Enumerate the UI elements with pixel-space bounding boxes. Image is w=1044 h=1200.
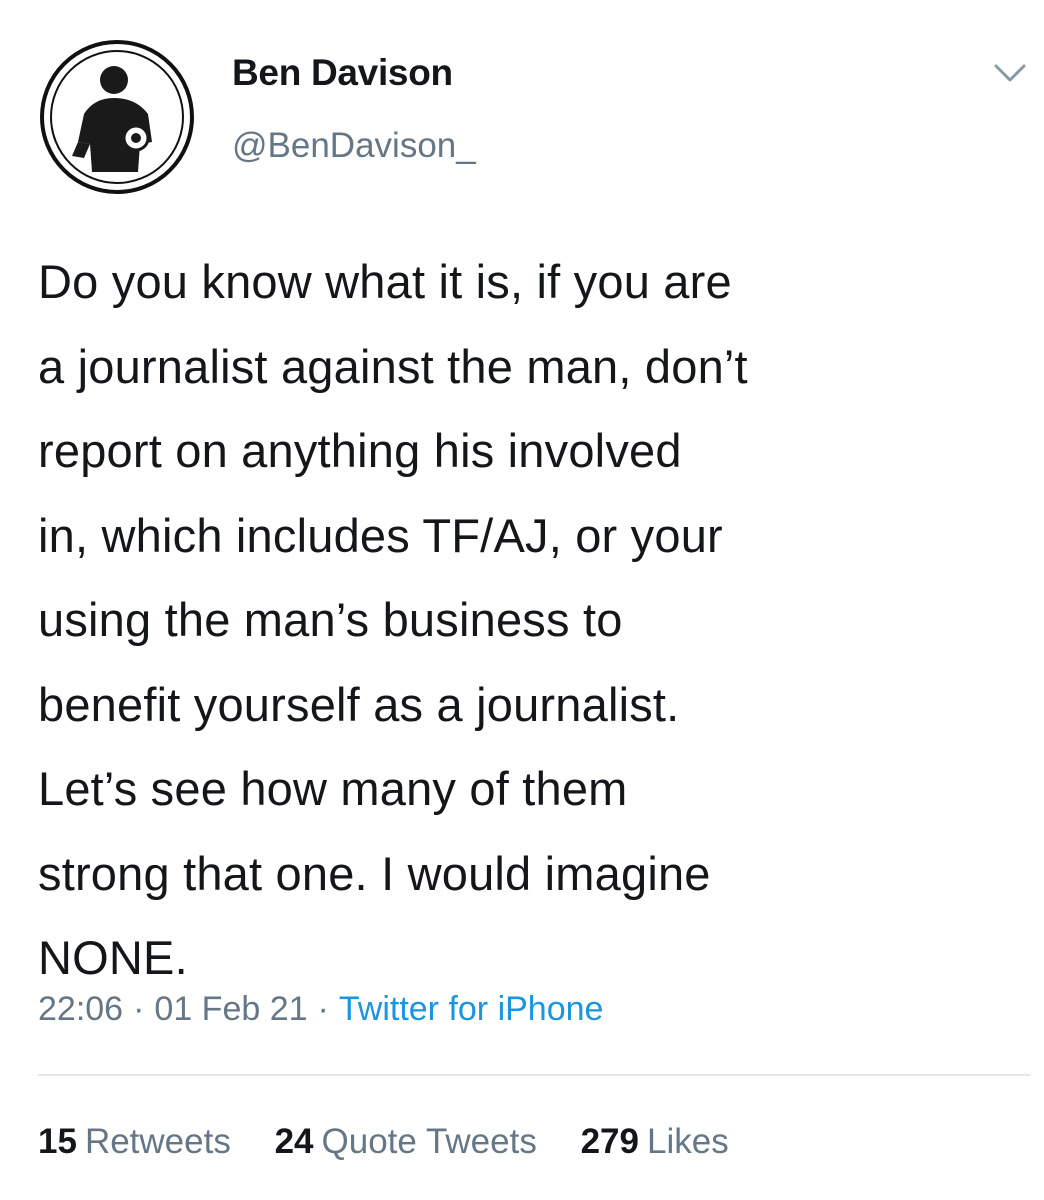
tweet-source-link[interactable]: Twitter for iPhone	[339, 990, 604, 1028]
tweet-metadata: 22:06 · 01 Feb 21 · Twitter for iPhone	[38, 990, 603, 1029]
chevron-down-icon	[994, 64, 1026, 82]
retweets-count: 15	[38, 1122, 77, 1161]
stats-divider	[38, 1074, 1030, 1076]
quote-tweets-label: Quote Tweets	[321, 1122, 537, 1161]
tweet-body-text: Do you know what it is, if you are a jou…	[38, 255, 748, 984]
tweet-date[interactable]: 01 Feb 21	[154, 990, 307, 1028]
more-options-button[interactable]	[990, 58, 1030, 88]
likes-stat[interactable]: 279 Likes	[581, 1122, 729, 1162]
author-handle[interactable]: @BenDavison_	[232, 126, 476, 166]
engagement-stats: 15 Retweets 24 Quote Tweets 279 Likes	[38, 1122, 763, 1162]
author-display-name[interactable]: Ben Davison	[232, 52, 453, 94]
meta-separator: ·	[133, 990, 145, 1028]
person-silhouette-avatar-icon	[50, 50, 184, 184]
quote-tweets-count: 24	[274, 1122, 314, 1161]
author-avatar[interactable]	[40, 40, 194, 194]
retweets-label: Retweets	[84, 1122, 231, 1161]
likes-label: Likes	[646, 1122, 729, 1161]
quote-tweets-stat[interactable]: 24 Quote Tweets	[275, 1122, 537, 1162]
tweet-time[interactable]: 22:06	[38, 990, 123, 1028]
tweet-card: Ben Davison @BenDavison_ Do you know wha…	[0, 0, 1044, 1200]
likes-count: 279	[580, 1122, 639, 1161]
retweets-stat[interactable]: 15 Retweets	[38, 1122, 231, 1162]
meta-separator: ·	[317, 990, 329, 1028]
